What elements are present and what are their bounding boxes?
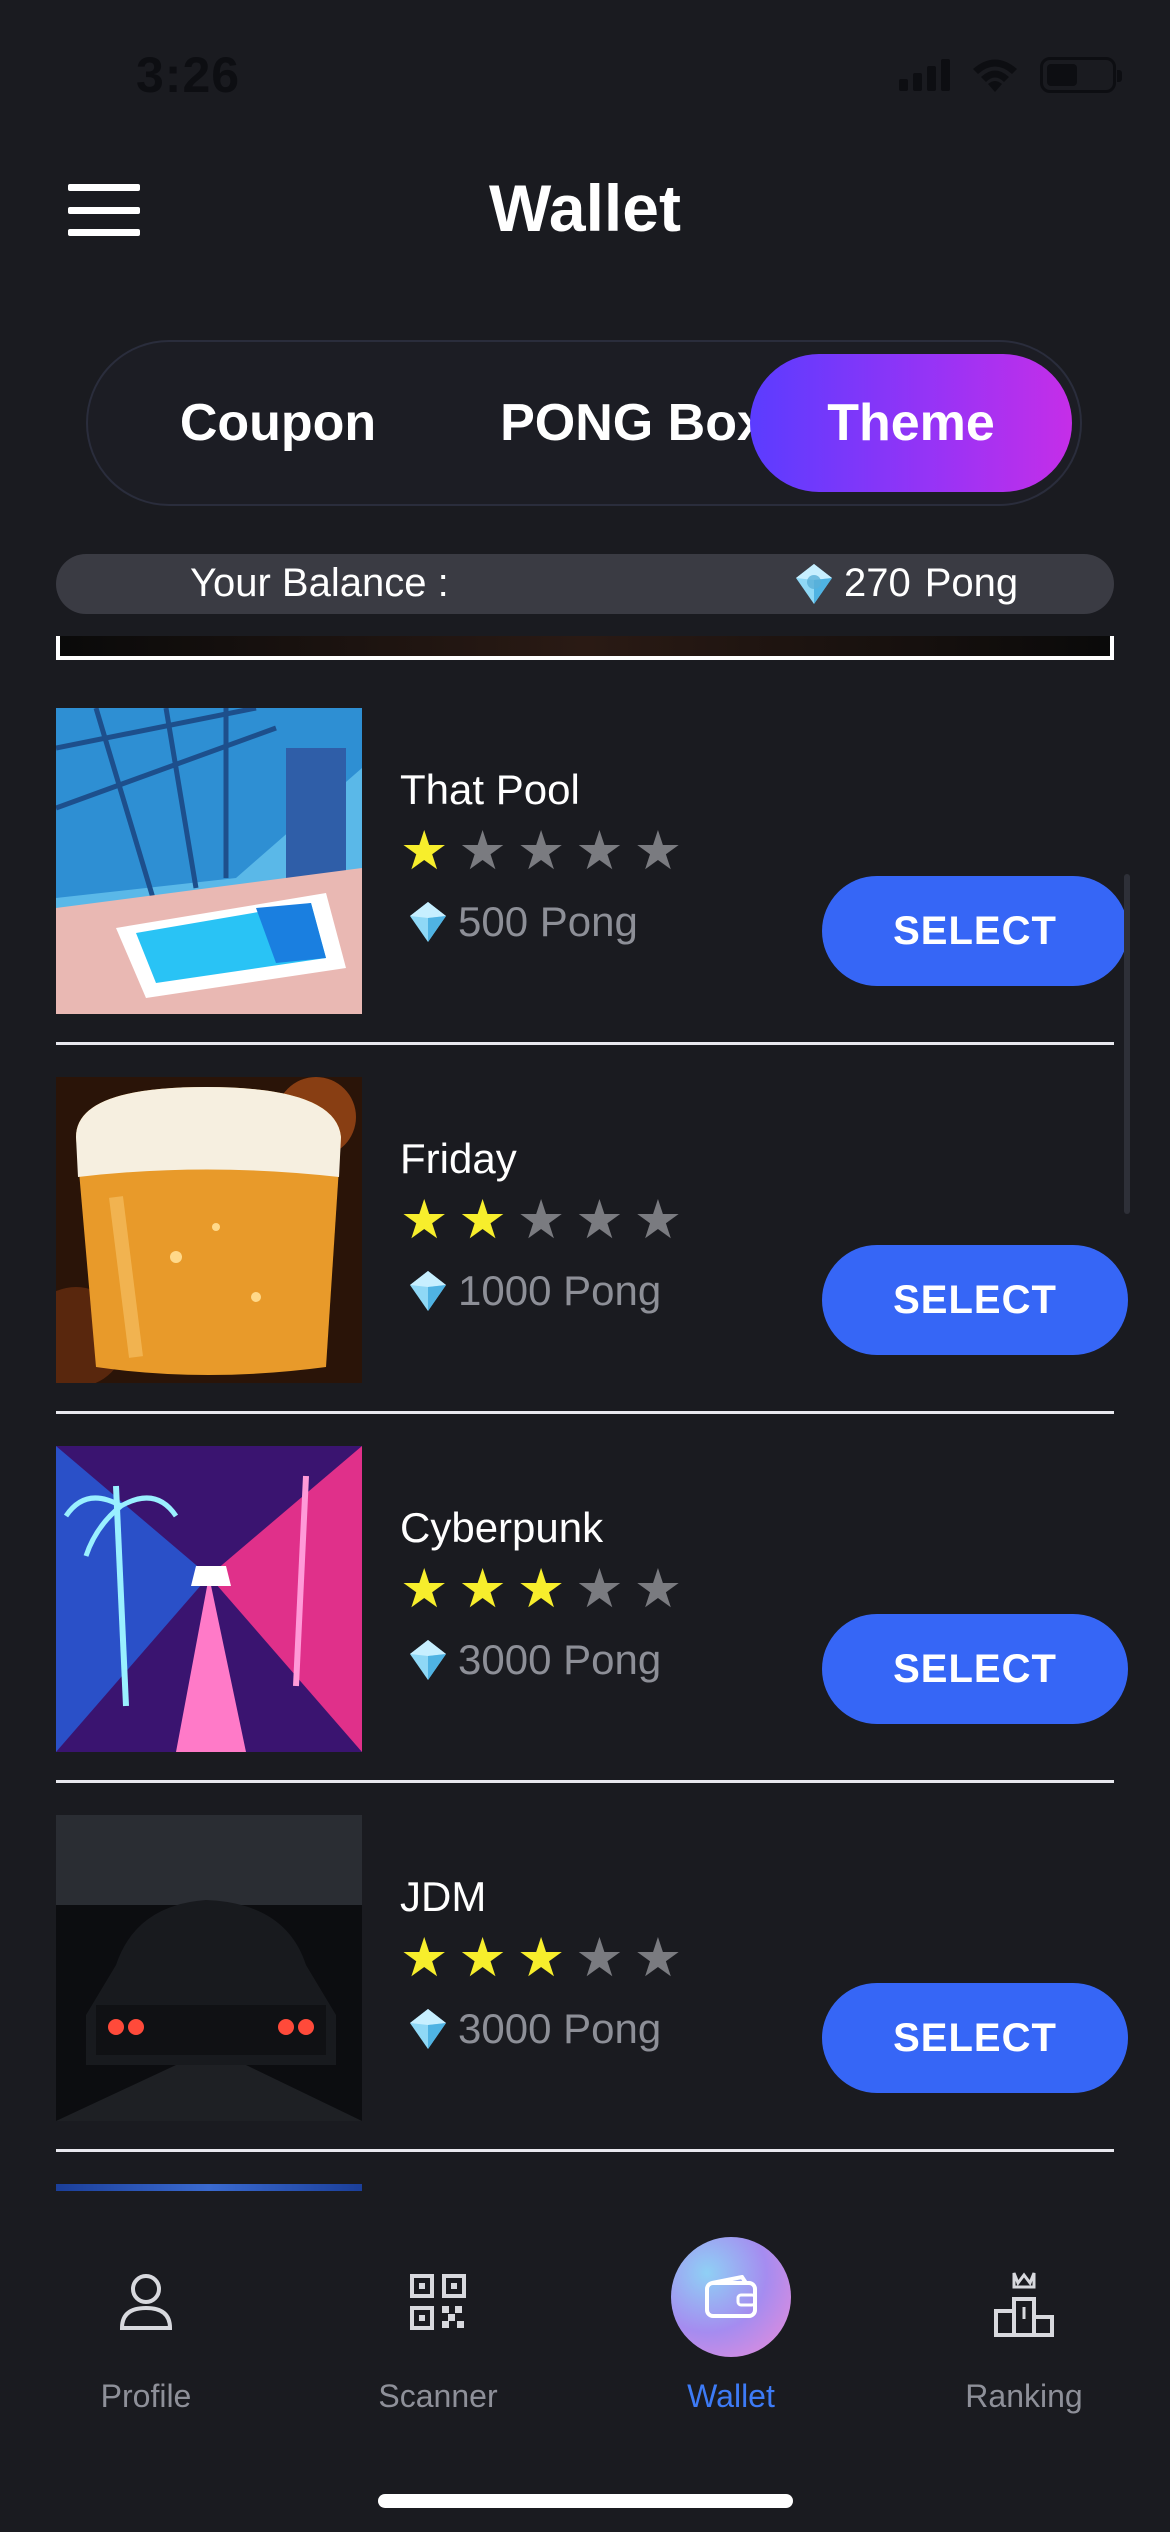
tab-bar: Coupon PONG Box Theme: [86, 340, 1082, 506]
star-filled-icon: ★: [458, 1928, 507, 1988]
gem-icon: [410, 2009, 446, 2049]
star-empty-icon: ★: [575, 1559, 624, 1619]
nav-profile[interactable]: Profile: [36, 2252, 256, 2415]
balance-unit: Pong: [924, 561, 1019, 605]
select-button[interactable]: SELECT: [822, 1245, 1128, 1355]
theme-price: 3000 Pong: [406, 2005, 661, 2053]
star-empty-icon: ★: [633, 1190, 683, 1250]
star-empty-icon: ★: [633, 821, 683, 881]
star-rating: ★ ★ ★ ★ ★: [400, 1931, 682, 1985]
star-empty-icon: ★: [516, 1190, 566, 1250]
theme-name: Cyberpunk: [400, 1504, 604, 1551]
star-empty-icon: ★: [458, 821, 507, 881]
star-rating: ★ ★ ★ ★ ★: [400, 824, 682, 878]
star-empty-icon: ★: [633, 1559, 683, 1619]
tab-theme[interactable]: Theme: [750, 354, 1072, 492]
star-rating: ★ ★ ★ ★ ★: [400, 1562, 682, 1616]
status-bar: 3:26: [0, 0, 1170, 150]
star-rating: ★ ★ ★ ★ ★: [400, 1193, 682, 1247]
list-item-partial: [56, 636, 1114, 660]
select-button[interactable]: SELECT: [822, 876, 1128, 986]
gem-icon: [410, 1271, 446, 1311]
home-indicator[interactable]: [378, 2494, 793, 2508]
battery-icon: [1040, 57, 1122, 93]
price-label: 3000 Pong: [458, 1636, 662, 1683]
theme-thumbnail-pool: [56, 708, 362, 1014]
price-label: 3000 Pong: [458, 2005, 662, 2052]
theme-thumbnail-cyberpunk: [56, 1446, 362, 1752]
gem-icon: [410, 1640, 446, 1680]
bottom-nav: Profile Scanner Wallet Ranking: [0, 2192, 1170, 2532]
star-empty-icon: ★: [575, 821, 624, 881]
theme-thumbnail-beer: [56, 1077, 362, 1383]
profile-icon: [119, 2274, 173, 2330]
balance-label: Your Balance :: [190, 561, 449, 605]
nav-label: Profile: [100, 2378, 192, 2414]
theme-list[interactable]: That Pool ★ ★ ★ ★ ★ 500 Pong SELECT Friday ★…: [0, 636, 1170, 2191]
list-item: Cyberpunk ★ ★ ★ ★ ★ 3000 Pong SELECT: [56, 1414, 1128, 1783]
gem-icon: [796, 563, 832, 604]
nav-label: Wallet: [687, 2378, 775, 2414]
star-filled-icon: ★: [516, 1928, 566, 1988]
star-empty-icon: ★: [516, 821, 566, 881]
balance-bar: Your Balance : 270 Pong: [56, 554, 1114, 614]
theme-price: 1000 Pong: [406, 1267, 661, 1315]
list-item-partial: [56, 2184, 362, 2191]
star-filled-icon: ★: [400, 1559, 449, 1619]
scrollbar[interactable]: [1124, 874, 1130, 1214]
star-filled-icon: ★: [400, 1190, 449, 1250]
select-button[interactable]: SELECT: [822, 1983, 1128, 2093]
wifi-icon: [973, 59, 1017, 92]
star-filled-icon: ★: [400, 821, 449, 881]
tab-coupon[interactable]: Coupon: [128, 354, 428, 492]
theme-name: JDM: [400, 1873, 487, 1920]
star-empty-icon: ★: [633, 1928, 683, 1988]
theme-thumbnail-jdm: [56, 1815, 362, 2121]
star-filled-icon: ★: [400, 1928, 449, 1988]
qr-code-icon: [410, 2274, 466, 2330]
theme-name: That Pool: [400, 766, 580, 813]
status-icons: [899, 56, 1122, 94]
nav-label: Scanner: [378, 2378, 498, 2414]
podium-icon: [994, 2272, 1054, 2337]
select-button[interactable]: SELECT: [822, 1614, 1128, 1724]
list-item: JDM ★ ★ ★ ★ ★ 3000 Pong SELECT: [56, 1783, 1128, 2152]
price-label: 1000 Pong: [458, 1267, 662, 1314]
balance-value: 270 Pong: [792, 561, 1018, 606]
theme-name: Friday: [400, 1135, 517, 1182]
star-filled-icon: ★: [458, 1190, 507, 1250]
price-label: 500 Pong: [458, 898, 638, 945]
status-time: 3:26: [136, 47, 241, 103]
nav-scanner[interactable]: Scanner: [328, 2252, 548, 2415]
list-item: That Pool ★ ★ ★ ★ ★ 500 Pong SELECT: [56, 676, 1128, 1045]
balance-amount: 270: [844, 561, 911, 605]
star-filled-icon: ★: [516, 1559, 566, 1619]
star-empty-icon: ★: [575, 1190, 624, 1250]
theme-price: 3000 Pong: [406, 1636, 661, 1684]
star-empty-icon: ★: [575, 1928, 624, 1988]
star-filled-icon: ★: [458, 1559, 507, 1619]
cellular-signal-icon: [899, 59, 950, 91]
gem-icon: [410, 902, 446, 942]
nav-wallet[interactable]: Wallet: [621, 2237, 841, 2415]
wallet-icon: [671, 2237, 791, 2357]
page-title: Wallet: [489, 171, 681, 245]
nav-ranking[interactable]: Ranking: [914, 2252, 1134, 2415]
list-item: Friday ★ ★ ★ ★ ★ 1000 Pong SELECT: [56, 1045, 1128, 1414]
theme-price: 500 Pong: [406, 898, 638, 946]
nav-label: Ranking: [965, 2378, 1083, 2414]
